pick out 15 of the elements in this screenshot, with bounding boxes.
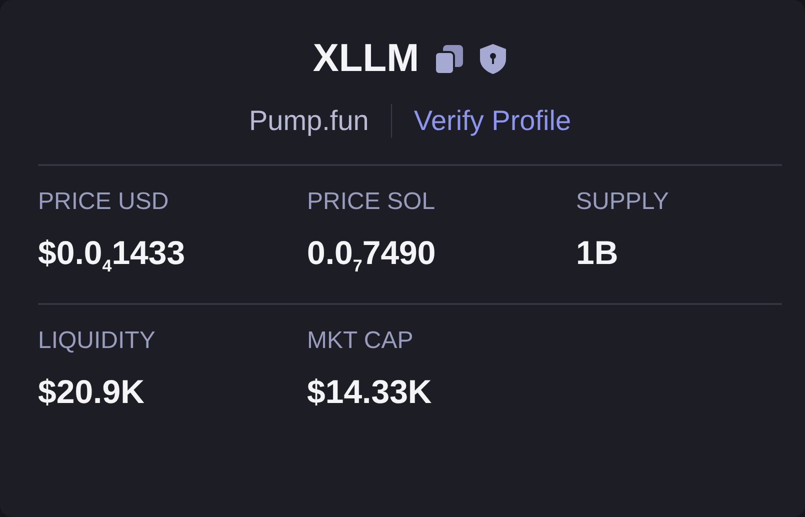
stat-value: 0.0$_{7}$7490 xyxy=(307,234,436,277)
stat-label: LIQUIDITY xyxy=(38,326,156,355)
stat-label: PRICE USD xyxy=(38,188,170,216)
stat-value: $20.9K xyxy=(38,372,144,411)
stat-label: PRICE SOL xyxy=(307,188,436,216)
token-name: XLLM xyxy=(312,37,420,81)
stat-value: $14.33K xyxy=(307,372,432,411)
copy-icon[interactable] xyxy=(433,43,466,75)
stat-value: 1B xyxy=(576,234,618,272)
platform-label: Pump.fun xyxy=(248,105,369,137)
stat-label: SUPPLY xyxy=(576,188,670,216)
shield-icon[interactable] xyxy=(479,43,508,75)
verify-profile-link[interactable]: Verify Profile xyxy=(414,105,572,137)
stat-label: MKT CAP xyxy=(307,326,414,355)
stat-value: $0.0$_{4}$1433 xyxy=(38,234,186,277)
